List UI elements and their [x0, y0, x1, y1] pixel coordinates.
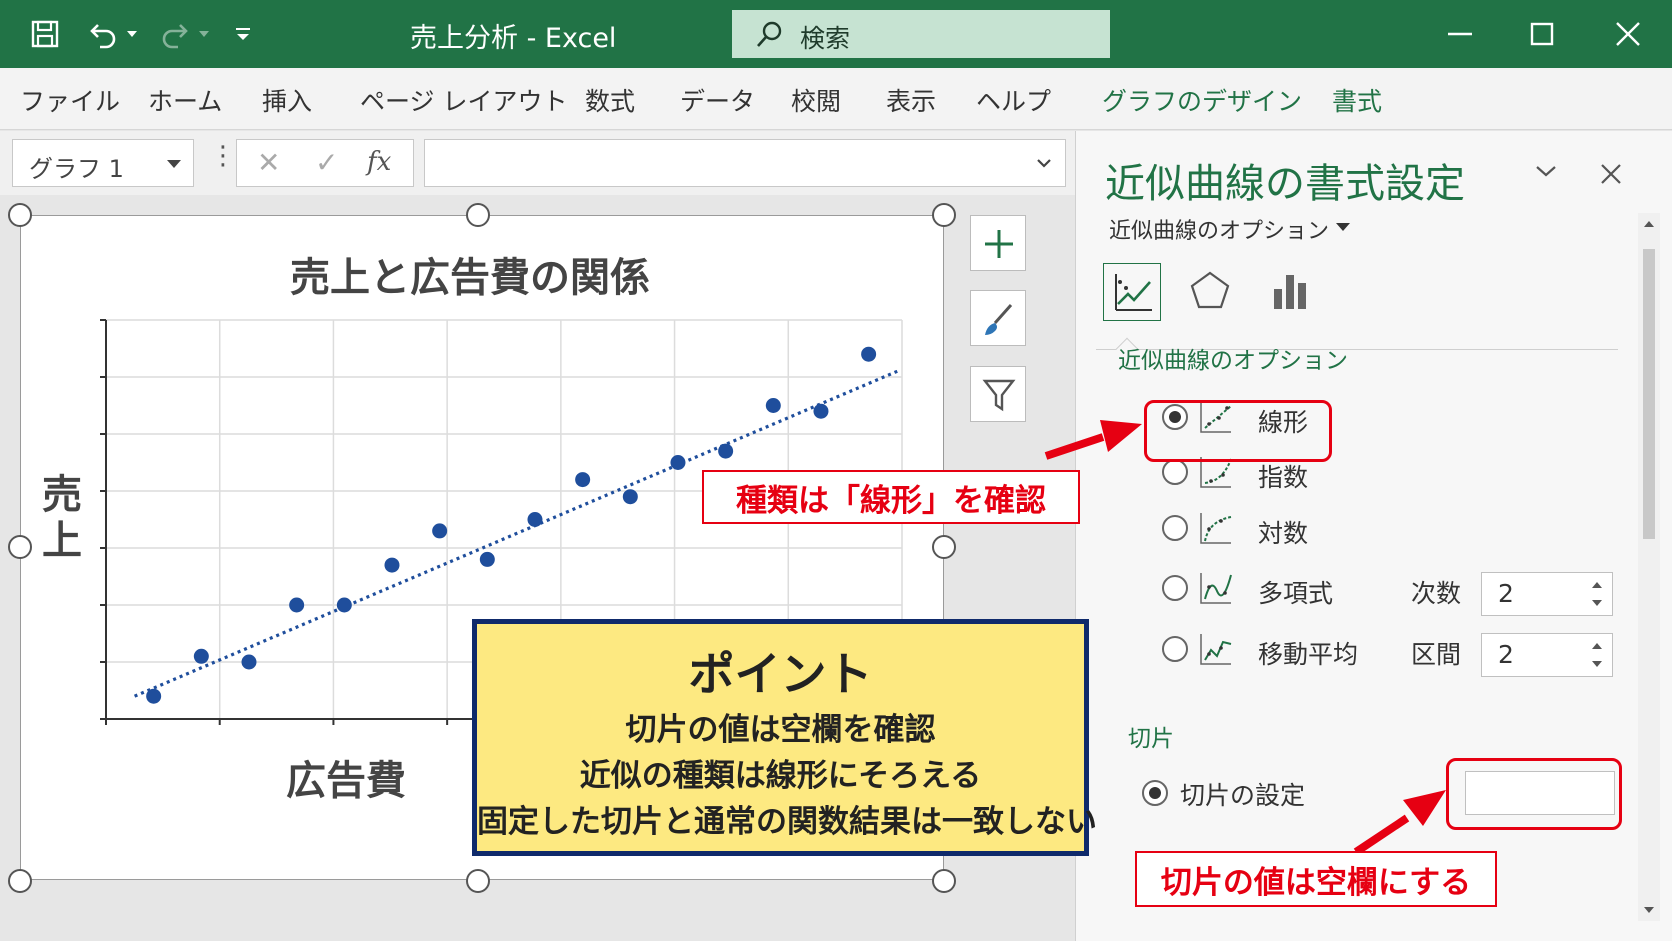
data-point[interactable] [479, 551, 495, 567]
period-stepper[interactable]: 2 [1481, 633, 1613, 677]
trendline-options-tab[interactable] [1103, 263, 1161, 321]
resize-handle-left[interactable] [8, 535, 32, 559]
section-intercept: 切片 [1128, 726, 1174, 752]
period-value: 2 [1498, 640, 1514, 669]
chart-filters-button[interactable] [970, 366, 1026, 422]
pane-title: 近似曲線の書式設定 [1105, 161, 1465, 207]
radio-exponential[interactable] [1162, 459, 1188, 485]
option-logarithmic-label[interactable]: 対数 [1258, 514, 1308, 550]
section-trendline-options: 近似曲線のオプション [1118, 348, 1348, 374]
data-point[interactable] [527, 512, 543, 527]
order-value: 2 [1498, 579, 1514, 608]
chart-elements-button[interactable] [970, 215, 1026, 271]
data-point[interactable] [336, 597, 352, 613]
pentagon-icon [1190, 271, 1230, 309]
logarithmic-trend-icon [1200, 513, 1232, 544]
linear-callout: 種類は「線形」を確認 [702, 470, 1080, 524]
fill-line-tab[interactable] [1182, 263, 1240, 321]
order-up-icon[interactable] [1592, 582, 1602, 588]
data-point[interactable] [241, 654, 257, 670]
y-axis-label-part[interactable]: 上 [42, 508, 82, 566]
brush-icon [985, 304, 1013, 335]
linear-highlight-box [1144, 400, 1332, 462]
resize-handle-top[interactable] [466, 203, 490, 227]
intercept-highlight-box [1446, 758, 1622, 830]
period-down-icon[interactable] [1592, 661, 1602, 667]
resize-handle-top-left[interactable] [8, 203, 32, 227]
point-line: 切片の値は空欄を確認 [625, 712, 936, 748]
set-intercept-label[interactable]: 切片の設定 [1180, 776, 1305, 812]
intercept-callout: 切片の値は空欄にする [1135, 851, 1497, 907]
point-title: ポイント [688, 647, 873, 701]
chart-styles-button[interactable] [970, 290, 1026, 346]
resize-handle-bottom-right[interactable] [932, 869, 956, 893]
data-point[interactable] [146, 688, 162, 704]
plus-icon [985, 230, 1013, 258]
order-stepper[interactable]: 2 [1481, 572, 1613, 616]
data-point[interactable] [670, 455, 686, 470]
radio-moving-average[interactable] [1162, 636, 1188, 662]
radio-set-intercept[interactable] [1142, 780, 1168, 806]
point-note-box: ポイント 切片の値は空欄を確認 近似の種類は線形にそろえる 固定した切片と通常の… [472, 619, 1097, 856]
data-point[interactable] [622, 489, 638, 505]
radio-logarithmic[interactable] [1162, 515, 1188, 541]
data-point[interactable] [432, 523, 448, 539]
resize-handle-right[interactable] [932, 535, 956, 559]
data-point[interactable] [384, 557, 400, 573]
filter-icon [982, 379, 1016, 412]
point-line: 近似の種類は線形にそろえる [579, 758, 982, 794]
moving-average-trend-icon [1200, 634, 1232, 665]
bar-chart-icon [1274, 275, 1306, 309]
pane-scrollbar-thumb[interactable] [1643, 249, 1655, 539]
resize-handle-bottom[interactable] [466, 869, 490, 893]
data-point[interactable] [718, 443, 734, 459]
polynomial-trend-icon [1200, 573, 1232, 604]
option-moving-average-label[interactable]: 移動平均 [1258, 635, 1358, 671]
data-point[interactable] [289, 597, 305, 613]
data-point[interactable] [575, 472, 591, 488]
period-label: 区間 [1411, 640, 1462, 669]
radio-polynomial[interactable] [1162, 575, 1188, 601]
option-exponential-label[interactable]: 指数 [1258, 458, 1308, 494]
pane-options-dropdown-icon[interactable] [1336, 223, 1350, 231]
pane-options-chevron-icon[interactable] [1534, 163, 1558, 179]
data-point[interactable] [813, 403, 829, 419]
resize-handle-top-right[interactable] [932, 203, 956, 227]
data-point[interactable] [765, 398, 781, 413]
data-point[interactable] [861, 346, 877, 362]
excel-window: 売上分析 - Excel 検索 ファイル ホーム 挿入 ページ レイアウト 数式… [0, 0, 1672, 941]
series-options-tab[interactable] [1262, 263, 1320, 321]
period-up-icon[interactable] [1592, 643, 1602, 649]
resize-handle-bottom-left[interactable] [8, 869, 32, 893]
order-label: 次数 [1411, 579, 1462, 608]
pane-options-dropdown[interactable]: 近似曲線のオプション [1109, 213, 1329, 245]
order-down-icon[interactable] [1592, 600, 1602, 606]
scroll-up-icon[interactable] [1643, 219, 1655, 229]
pane-scrollbar[interactable] [1638, 213, 1660, 921]
trendline-chart-icon [1115, 274, 1152, 311]
point-line: 固定した切片と通常の関数結果は一致しない [477, 804, 1097, 840]
data-point[interactable] [193, 648, 209, 664]
option-polynomial-label[interactable]: 多項式 [1258, 574, 1333, 610]
scroll-down-icon[interactable] [1643, 905, 1655, 915]
chart-title[interactable]: 売上と広告費の関係 [0, 245, 940, 303]
pane-close-icon[interactable] [1598, 161, 1624, 187]
x-axis-label[interactable]: 広告費 [286, 748, 406, 806]
